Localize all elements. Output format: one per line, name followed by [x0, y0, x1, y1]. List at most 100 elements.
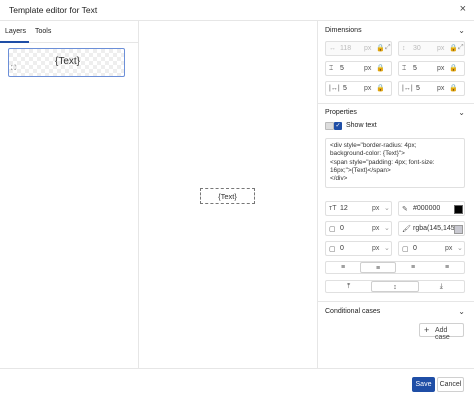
fill-color-swatch[interactable]: [454, 225, 463, 234]
section-divider: [318, 103, 474, 104]
chevron-down-icon[interactable]: ⌄: [458, 26, 465, 35]
chevron-down-icon[interactable]: ⌄: [384, 204, 390, 212]
layer-label: {Text}: [54, 56, 81, 67]
margin-bottom-value: 5: [413, 65, 417, 72]
font-size-icon: тT: [329, 205, 337, 212]
right-panel: Dimensions ⌄ ↔ 118 px 🔒 ⤢ ↕ 30 px 🔒 ⤢ ⌶ …: [318, 21, 474, 368]
template-code-editor[interactable]: <div style="border-radius: 4px; backgrou…: [325, 138, 465, 188]
tab-tools[interactable]: Tools: [35, 28, 51, 35]
align-middle-icon[interactable]: ↕: [371, 281, 419, 292]
fill-icon: 🖌: [402, 226, 411, 233]
expand-icon[interactable]: ⤢: [458, 44, 464, 52]
width-icon: ↔: [329, 45, 336, 52]
radius-icon: ▢: [329, 246, 336, 253]
margin-right-value: 5: [416, 85, 420, 92]
properties-heading[interactable]: Properties: [325, 109, 357, 116]
align-right-icon[interactable]: ≡: [396, 262, 430, 273]
text-color-swatch[interactable]: [454, 205, 463, 214]
text-color-field[interactable]: ✎ #000000: [398, 201, 465, 216]
margin-right-unit: px: [437, 85, 445, 92]
align-left-icon[interactable]: ≡: [326, 262, 360, 273]
resize-handle-icon[interactable]: ⛶: [11, 65, 19, 73]
padding-unit: px: [445, 245, 453, 252]
margin-bottom-icon: ⌶: [402, 65, 407, 72]
chevron-down-icon[interactable]: ⌄: [457, 244, 463, 252]
font-size-field[interactable]: тT 12 px ⌄: [325, 201, 392, 216]
add-case-button[interactable]: + Add case: [419, 323, 464, 341]
chevron-down-icon[interactable]: ⌄: [458, 108, 465, 117]
lock-icon[interactable]: 🔒: [376, 84, 385, 92]
padding-icon: ▢: [402, 246, 409, 253]
radius-field[interactable]: ▢ 0 px ⌄: [325, 241, 392, 256]
conditional-cases-heading[interactable]: Conditional cases: [325, 308, 380, 315]
dialog-footer: Save Cancel: [0, 368, 474, 397]
left-tabs: Layers Tools: [0, 21, 139, 43]
margin-left-unit: px: [364, 85, 372, 92]
chevron-down-icon[interactable]: ⌄: [458, 307, 465, 316]
height-icon: ↕: [402, 45, 406, 52]
lock-icon[interactable]: 🔒: [376, 44, 385, 52]
radius-value: 0: [340, 245, 344, 252]
width-field[interactable]: ↔ 118 px 🔒 ⤢: [325, 41, 392, 56]
dimensions-heading[interactable]: Dimensions: [325, 27, 362, 34]
border-width-unit: px: [372, 225, 380, 232]
align-center-icon[interactable]: ≡: [360, 262, 396, 273]
padding-field[interactable]: ▢ 0 px ⌄: [398, 241, 465, 256]
font-size-value: 12: [340, 205, 348, 212]
add-case-label: Add case: [435, 327, 450, 341]
lock-icon[interactable]: 🔒: [376, 64, 385, 72]
expand-icon[interactable]: ⤢: [385, 44, 391, 52]
align-bottom-icon[interactable]: ⤓: [419, 281, 464, 292]
lock-icon[interactable]: 🔒: [449, 44, 458, 52]
chevron-down-icon[interactable]: ⌄: [384, 244, 390, 252]
fill-color-value: rgba(145,145,: [413, 225, 457, 232]
left-panel: Layers Tools {Text} ⛶: [0, 21, 139, 368]
border-width-field[interactable]: ▢ 0 px ⌄: [325, 221, 392, 236]
canvas-area[interactable]: {Text}: [139, 21, 318, 368]
margin-top-icon: ⌶: [329, 65, 334, 72]
margin-top-field[interactable]: ⌶ 5 px 🔒: [325, 61, 392, 76]
save-button[interactable]: Save: [412, 377, 435, 392]
layer-item-text[interactable]: {Text} ⛶: [8, 48, 125, 77]
plus-icon: +: [424, 325, 430, 335]
margin-left-field[interactable]: |↔| 5 px 🔒: [325, 81, 392, 96]
chevron-down-icon[interactable]: ⌄: [384, 224, 390, 232]
lock-icon[interactable]: 🔒: [449, 64, 458, 72]
align-top-icon[interactable]: ⤒: [326, 281, 371, 292]
dialog-title: Template editor for Text: [9, 5, 98, 15]
show-text-checkbox[interactable]: ✓: [334, 122, 342, 130]
lock-icon[interactable]: 🔒: [449, 84, 458, 92]
height-value: 30: [413, 45, 421, 52]
horizontal-align-group: ≡ ≡ ≡ ≡: [325, 261, 465, 274]
margin-right-icon: |↔|: [402, 85, 413, 92]
radius-unit: px: [372, 245, 380, 252]
pen-icon: ✎: [402, 206, 408, 213]
font-size-unit: px: [372, 205, 380, 212]
toggle-icon[interactable]: [325, 122, 334, 130]
show-text-label: Show text: [346, 122, 377, 129]
cancel-button[interactable]: Cancel: [437, 377, 464, 392]
text-color-value: #000000: [413, 205, 441, 212]
template-editor-dialog: Template editor for Text × Layers Tools …: [0, 0, 474, 397]
margin-bottom-field[interactable]: ⌶ 5 px 🔒: [398, 61, 465, 76]
margin-left-value: 5: [343, 85, 347, 92]
section-divider: [318, 301, 474, 302]
margin-top-value: 5: [340, 65, 344, 72]
margin-left-icon: |↔|: [329, 85, 340, 92]
fill-color-field[interactable]: 🖌 rgba(145,145,: [398, 221, 465, 236]
tab-layers[interactable]: Layers: [5, 28, 26, 35]
padding-value: 0: [413, 245, 417, 252]
margin-top-unit: px: [364, 65, 372, 72]
canvas-text-element[interactable]: {Text}: [200, 188, 255, 204]
width-value: 118: [340, 45, 352, 52]
border-icon: ▢: [329, 226, 336, 233]
align-justify-icon[interactable]: ≡: [430, 262, 464, 273]
vertical-align-group: ⤒ ↕ ⤓: [325, 280, 465, 293]
close-icon[interactable]: ×: [460, 3, 466, 15]
border-width-value: 0: [340, 225, 344, 232]
margin-bottom-unit: px: [437, 65, 445, 72]
height-field[interactable]: ↕ 30 px 🔒 ⤢: [398, 41, 465, 56]
width-unit: px: [364, 45, 372, 52]
margin-right-field[interactable]: |↔| 5 px 🔒: [398, 81, 465, 96]
title-bar: Template editor for Text ×: [0, 0, 474, 21]
